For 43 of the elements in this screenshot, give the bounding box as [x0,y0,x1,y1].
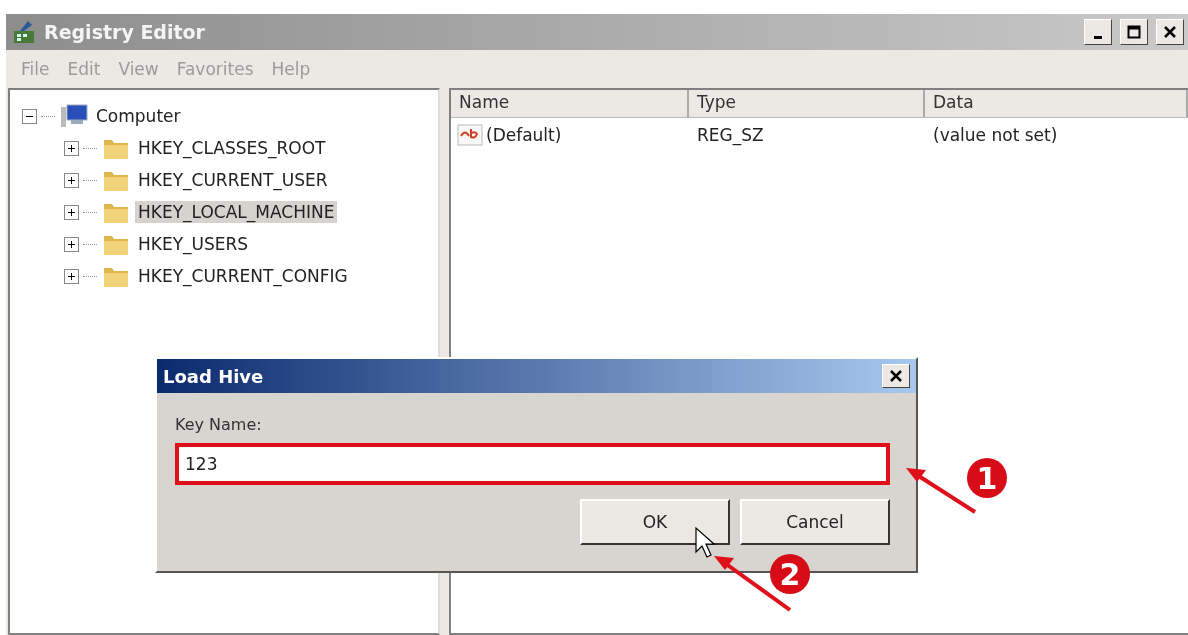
key-name-field[interactable]: 123 [175,443,890,485]
plus-icon [67,239,76,249]
close-button[interactable] [1156,19,1184,45]
table-cell-text: (value not set) [932,125,1059,145]
tree-item[interactable]: HKEY_CURRENT_CONFIG [135,265,351,287]
column-header[interactable]: Data [925,90,1188,117]
plus-icon [67,175,76,185]
tree-item[interactable]: HKEY_CURRENT_USER [135,169,331,191]
cursor-icon [695,526,716,558]
plus-icon [67,271,76,281]
dialog-title: Load Hive [163,365,264,387]
step-badge: 1 [967,458,1007,498]
expand-toggle[interactable] [64,140,79,156]
minimize-icon [1094,36,1102,39]
column-header[interactable]: Name [451,90,689,117]
maximize-button[interactable] [1120,19,1148,45]
table-cell-text: REG_SZ [696,125,765,145]
close-icon [889,369,903,383]
pointer-arrow [906,468,977,514]
step-badge: 2 [770,554,810,594]
tree-item[interactable]: Computer [93,105,184,127]
maximize-icon [1127,25,1141,39]
cancel-button[interactable]: Cancel [740,499,890,545]
expand-toggle[interactable] [64,236,79,252]
window-title: Registry Editor [44,21,206,43]
ok-button[interactable]: OK [580,499,730,545]
column-header[interactable]: Type [689,90,925,117]
tree-item[interactable]: HKEY_USERS [135,233,252,255]
plus-icon [67,207,76,217]
field-label: Key Name: [175,415,263,434]
expand-toggle[interactable] [64,268,79,284]
tree-item[interactable]: HKEY_LOCAL_MACHINE [135,201,338,223]
collapse-toggle[interactable] [22,108,37,124]
table-cell: (Default) [486,125,562,145]
string-value-icon [457,123,483,147]
expand-toggle[interactable] [64,172,79,188]
minimize-button[interactable] [1084,19,1112,45]
computer-icon [59,103,89,129]
close-icon [1163,25,1177,39]
expand-toggle[interactable] [64,204,79,220]
plus-icon [67,143,76,153]
tree-item[interactable]: HKEY_CLASSES_ROOT [135,137,329,159]
close-button[interactable] [882,364,910,388]
